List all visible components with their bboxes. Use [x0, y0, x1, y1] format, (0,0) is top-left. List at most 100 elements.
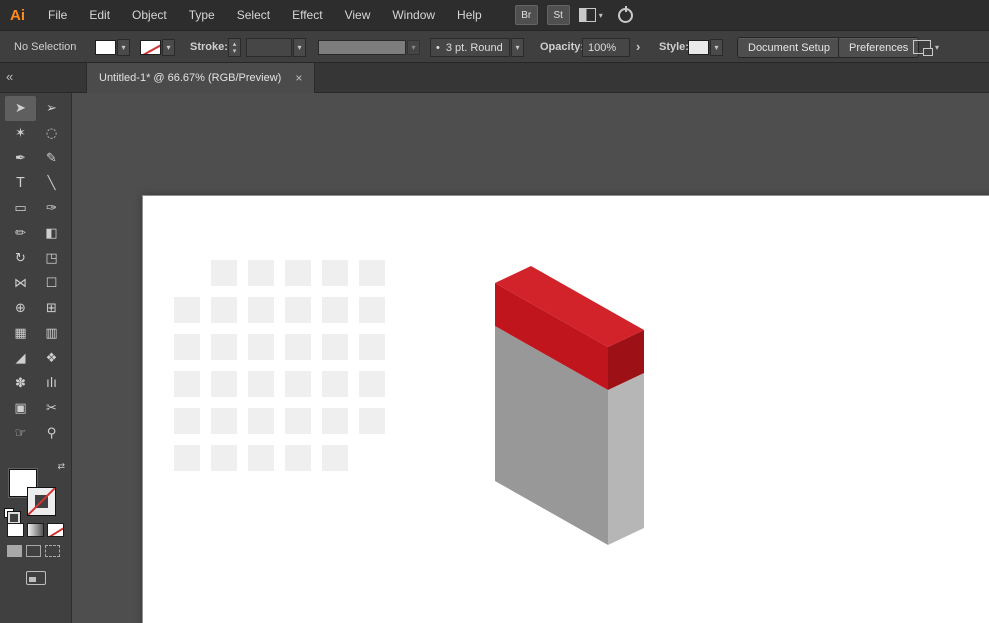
stroke-weight-combo[interactable]: ▾ — [246, 38, 306, 57]
workspace-icon — [913, 40, 931, 54]
stroke-weight-stepper[interactable]: ▴ ▾ — [228, 38, 241, 57]
perspective-grid-tool[interactable]: ⊞ — [36, 296, 67, 321]
opacity-label[interactable]: Opacity: — [540, 41, 584, 53]
menu-edit[interactable]: Edit — [78, 8, 121, 22]
brush-name: 3 pt. Round — [446, 42, 503, 54]
gradient-tool[interactable]: ▥ — [36, 321, 67, 346]
curvature-tool[interactable]: ✎ — [36, 146, 67, 171]
symbol-sprayer-tool[interactable]: ✽ — [5, 371, 36, 396]
arrange-documents-icon — [579, 8, 596, 22]
preferences-button[interactable]: Preferences — [838, 37, 919, 58]
menu-help[interactable]: Help — [446, 8, 493, 22]
fill-color-dropdown[interactable]: ▾ — [95, 39, 130, 56]
default-fill-stroke-icon[interactable] — [4, 508, 18, 522]
opacity-flyout-icon[interactable]: › — [636, 39, 640, 54]
slice-tool[interactable]: ✂ — [36, 396, 67, 421]
shape-builder-tool[interactable]: ⊕ — [5, 296, 36, 321]
menu-window[interactable]: Window — [381, 8, 446, 22]
document-tab-bar: « Untitled-1* @ 66.67% (RGB/Preview) × — [0, 63, 989, 93]
brush-bullet: • — [436, 42, 440, 54]
tools-grid: ➤➢✶◌✒✎T╲▭✑✏◧↻◳⋈☐⊕⊞▦▥◢❖✽ılı▣✂☞⚲ — [5, 96, 67, 446]
pen-tool[interactable]: ✒ — [5, 146, 36, 171]
menu-view[interactable]: View — [334, 8, 382, 22]
performance-meter-icon[interactable] — [618, 8, 633, 23]
change-screen-mode-button[interactable] — [26, 571, 46, 585]
stroke-color-indicator[interactable] — [28, 488, 55, 515]
artboard-tool[interactable]: ▣ — [5, 396, 36, 421]
magic-wand-tool[interactable]: ✶ — [5, 121, 36, 146]
color-type-buttons — [7, 523, 64, 537]
drawing-mode-buttons — [7, 545, 60, 557]
gradient-button[interactable] — [27, 523, 44, 537]
control-bar: No Selection ▾ ▾ Stroke: ▴ ▾ ▾ ▾ • 3 pt.… — [0, 30, 989, 63]
draw-inside-button[interactable] — [45, 545, 60, 557]
swap-fill-stroke-icon[interactable]: ⇄ — [57, 462, 65, 472]
selection-tool[interactable]: ➤ — [5, 96, 36, 121]
stock-button[interactable]: St — [547, 5, 570, 25]
menu-type[interactable]: Type — [178, 8, 226, 22]
width-tool[interactable]: ⋈ — [5, 271, 36, 296]
chevron-down-icon: ▾ — [935, 43, 939, 52]
menu-select[interactable]: Select — [226, 8, 281, 22]
bridge-button[interactable]: Br — [515, 5, 538, 25]
eyedropper-tool[interactable]: ◢ — [5, 346, 36, 371]
chevron-down-icon[interactable]: ▾ — [710, 39, 723, 56]
hand-tool[interactable]: ☞ — [5, 421, 36, 446]
collapse-panel-icon[interactable]: « — [6, 69, 11, 84]
workspace-switcher[interactable]: ▾ — [913, 40, 939, 54]
chevron-down-icon[interactable]: ▾ — [162, 39, 175, 56]
document-setup-button[interactable]: Document Setup — [737, 37, 841, 58]
rotate-tool[interactable]: ↻ — [5, 246, 36, 271]
type-tool[interactable]: T — [5, 171, 36, 196]
none-button[interactable] — [47, 523, 64, 537]
artboard[interactable] — [143, 196, 989, 623]
menu-object[interactable]: Object — [121, 8, 178, 22]
box-artwork[interactable] — [143, 196, 989, 623]
free-transform-tool[interactable]: ☐ — [36, 271, 67, 296]
stroke-label[interactable]: Stroke: — [190, 41, 228, 53]
style-swatch[interactable] — [688, 40, 709, 55]
paintbrush-tool[interactable]: ✑ — [36, 196, 67, 221]
chevron-down-icon[interactable]: ▾ — [117, 39, 130, 56]
menu-file[interactable]: File — [37, 8, 78, 22]
menu-list: FileEditObjectTypeSelectEffectViewWindow… — [37, 8, 493, 22]
menubar-right-controls: Br St ▾ — [515, 5, 633, 25]
zoom-tool[interactable]: ⚲ — [36, 421, 67, 446]
stroke-weight-input[interactable] — [246, 38, 292, 57]
blend-tool[interactable]: ❖ — [36, 346, 67, 371]
tools-panel: ➤➢✶◌✒✎T╲▭✑✏◧↻◳⋈☐⊕⊞▦▥◢❖✽ılı▣✂☞⚲ ⇄ — [0, 93, 72, 623]
stroke-color-dropdown[interactable]: ▾ — [140, 39, 175, 56]
style-dropdown[interactable]: ▾ — [688, 39, 723, 56]
shaper-tool[interactable]: ✏ — [5, 221, 36, 246]
fill-swatch[interactable] — [95, 40, 116, 55]
chevron-down-icon[interactable]: ▾ — [293, 38, 306, 57]
menu-bar: Ai FileEditObjectTypeSelectEffectViewWin… — [0, 0, 989, 30]
stroke-swatch[interactable] — [140, 40, 161, 55]
brush-field[interactable]: • 3 pt. Round — [430, 38, 510, 57]
menu-effect[interactable]: Effect — [281, 8, 333, 22]
document-tab[interactable]: Untitled-1* @ 66.67% (RGB/Preview) × — [86, 63, 315, 93]
rectangle-tool[interactable]: ▭ — [5, 196, 36, 221]
chevron-down-icon[interactable]: ▾ — [407, 40, 420, 55]
mesh-tool[interactable]: ▦ — [5, 321, 36, 346]
close-icon[interactable]: × — [295, 71, 302, 85]
selection-status: No Selection — [14, 41, 76, 53]
draw-normal-button[interactable] — [7, 545, 22, 557]
direct-selection-tool[interactable]: ➢ — [36, 96, 67, 121]
lasso-tool[interactable]: ◌ — [36, 121, 67, 146]
arrange-documents-button[interactable]: ▾ — [579, 8, 603, 22]
stepper-down-icon[interactable]: ▾ — [233, 48, 237, 55]
canvas-area[interactable] — [72, 93, 989, 623]
line-segment-tool[interactable]: ╲ — [36, 171, 67, 196]
opacity-input[interactable]: 100% — [582, 38, 630, 57]
draw-behind-button[interactable] — [26, 545, 41, 557]
scale-tool[interactable]: ◳ — [36, 246, 67, 271]
color-button[interactable] — [7, 523, 24, 537]
brush-definition-combo[interactable]: • 3 pt. Round ▾ — [430, 38, 524, 57]
chevron-down-icon[interactable]: ▾ — [511, 38, 524, 57]
box-side-face[interactable] — [608, 373, 644, 545]
column-graph-tool[interactable]: ılı — [36, 371, 67, 396]
width-profile-dropdown[interactable]: ▾ — [318, 40, 420, 55]
eraser-tool[interactable]: ◧ — [36, 221, 67, 246]
app-logo: Ai — [10, 7, 25, 24]
